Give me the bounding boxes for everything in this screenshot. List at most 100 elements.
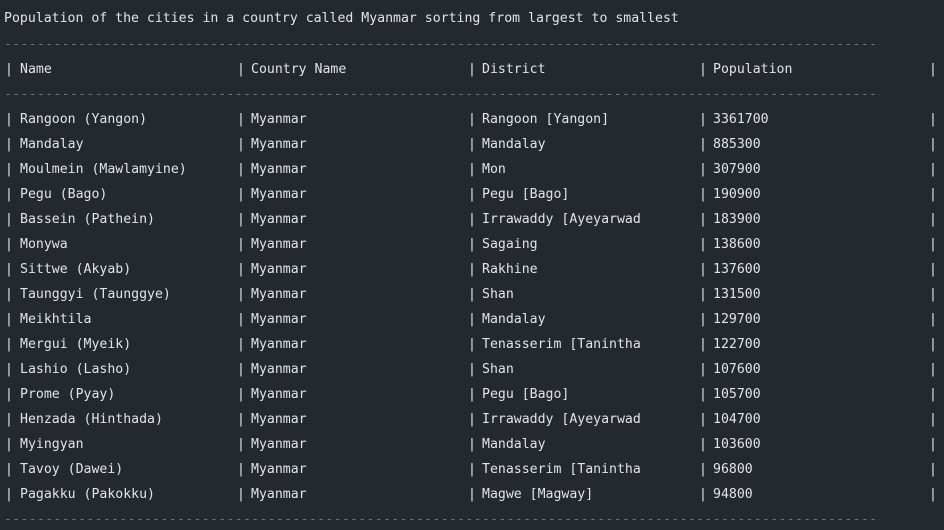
cell-name: Pagakku (Pakokku) <box>20 487 155 502</box>
column-divider: | <box>699 262 707 277</box>
column-divider: | <box>699 312 707 327</box>
cell-population: 183900 <box>713 212 761 227</box>
header-population: Population <box>713 62 793 77</box>
column-divider: | <box>5 337 13 352</box>
header-name: Name <box>20 62 52 77</box>
column-divider: | <box>237 312 245 327</box>
column-divider: | <box>5 62 13 77</box>
cell-population: 307900 <box>713 162 761 177</box>
column-divider: | <box>699 212 707 227</box>
column-divider: | <box>5 212 13 227</box>
column-divider: | <box>237 237 245 252</box>
column-divider: | <box>468 162 476 177</box>
cell-name: Prome (Pyay) <box>20 387 116 402</box>
column-divider: | <box>468 112 476 127</box>
cell-country-name: Myanmar <box>251 162 307 177</box>
column-divider: | <box>929 237 937 252</box>
column-divider: | <box>468 262 476 277</box>
cell-district: Sagaing <box>482 237 538 252</box>
column-divider: | <box>468 487 476 502</box>
column-divider: | <box>5 387 13 402</box>
column-divider: | <box>237 187 245 202</box>
column-divider: | <box>5 287 13 302</box>
header-country-name: Country Name <box>251 62 347 77</box>
column-divider: | <box>468 187 476 202</box>
terminal-output: Population of the cities in a country ca… <box>4 0 940 527</box>
column-divider: | <box>699 137 707 152</box>
cell-population: 104700 <box>713 412 761 427</box>
cell-name: Meikhtila <box>20 312 92 327</box>
cell-country-name: Myanmar <box>251 212 307 227</box>
column-divider: | <box>699 337 707 352</box>
cell-population: 137600 <box>713 262 761 277</box>
column-divider: | <box>5 137 13 152</box>
column-divider: | <box>468 437 476 452</box>
column-divider: | <box>5 462 13 477</box>
cell-name: Sittwe (Akyab) <box>20 262 132 277</box>
column-divider: | <box>237 437 245 452</box>
column-divider: | <box>5 237 13 252</box>
column-divider: | <box>699 362 707 377</box>
cell-population: 105700 <box>713 387 761 402</box>
column-divider: | <box>468 287 476 302</box>
table-row: | Lashio (Lasho) | Myanmar | Shan | 107600 | <box>4 357 940 382</box>
cell-name: Rangoon (Yangon) <box>20 112 148 127</box>
cell-district: Rangoon [Yangon] <box>482 112 610 127</box>
cell-district: Rakhine <box>482 262 538 277</box>
table-row: | Taunggyi (Taunggye) | Myanmar | Shan | 131500… <box>4 282 940 307</box>
column-divider: | <box>5 162 13 177</box>
column-divider: | <box>929 162 937 177</box>
cell-district: Pegu [Bago] <box>482 387 570 402</box>
column-divider: | <box>929 212 937 227</box>
cell-district: Mandalay <box>482 437 546 452</box>
cell-name: Lashio (Lasho) <box>20 362 132 377</box>
cell-country-name: Myanmar <box>251 187 307 202</box>
column-divider: | <box>5 412 13 427</box>
column-divider: | <box>5 112 13 127</box>
cell-country-name: Myanmar <box>251 412 307 427</box>
cell-country-name: Myanmar <box>251 312 307 327</box>
table-row: | Moulmein (Mawlamyine) | Myanmar | Mon | 30790… <box>4 157 940 182</box>
column-divider: | <box>5 262 13 277</box>
column-divider: | <box>699 187 707 202</box>
column-divider: | <box>929 187 937 202</box>
column-divider: | <box>5 362 13 377</box>
cell-country-name: Myanmar <box>251 487 307 502</box>
column-divider: | <box>929 412 937 427</box>
column-divider: | <box>237 362 245 377</box>
column-divider: | <box>929 62 937 77</box>
column-divider: | <box>929 437 937 452</box>
cell-district: Magwe [Magway] <box>482 487 594 502</box>
cell-name: Bassein (Pathein) <box>20 212 155 227</box>
column-divider: | <box>237 487 245 502</box>
column-divider: | <box>237 62 245 77</box>
header-district: District <box>482 62 546 77</box>
table-row: | Monywa | Myanmar | Sagaing | 138600 | <box>4 232 940 257</box>
table-separator-top: ----------------------------------------… <box>4 37 880 52</box>
column-divider: | <box>929 137 937 152</box>
column-divider: | <box>237 262 245 277</box>
column-divider: | <box>237 412 245 427</box>
table-row: | Pagakku (Pakokku) | Myanmar | Magwe [Magway… <box>4 482 940 507</box>
column-divider: | <box>699 387 707 402</box>
column-divider: | <box>237 137 245 152</box>
column-divider: | <box>468 62 476 77</box>
cell-name: Pegu (Bago) <box>20 187 108 202</box>
cell-country-name: Myanmar <box>251 437 307 452</box>
cell-population: 107600 <box>713 362 761 377</box>
column-divider: | <box>5 487 13 502</box>
cell-district: Shan <box>482 287 514 302</box>
column-divider: | <box>699 412 707 427</box>
cell-district: Mon <box>482 162 506 177</box>
table-row: | Myingyan | Myanmar | Mandalay | 103600 | <box>4 432 940 457</box>
table-row: | Sittwe (Akyab) | Myanmar | Rakhine | 137600 | <box>4 257 940 282</box>
column-divider: | <box>237 337 245 352</box>
column-divider: | <box>468 362 476 377</box>
cell-name: Myingyan <box>20 437 84 452</box>
cell-district: Pegu [Bago] <box>482 187 570 202</box>
column-divider: | <box>699 162 707 177</box>
cell-district: Mandalay <box>482 137 546 152</box>
column-divider: | <box>929 262 937 277</box>
column-divider: | <box>929 462 937 477</box>
cell-country-name: Myanmar <box>251 287 307 302</box>
